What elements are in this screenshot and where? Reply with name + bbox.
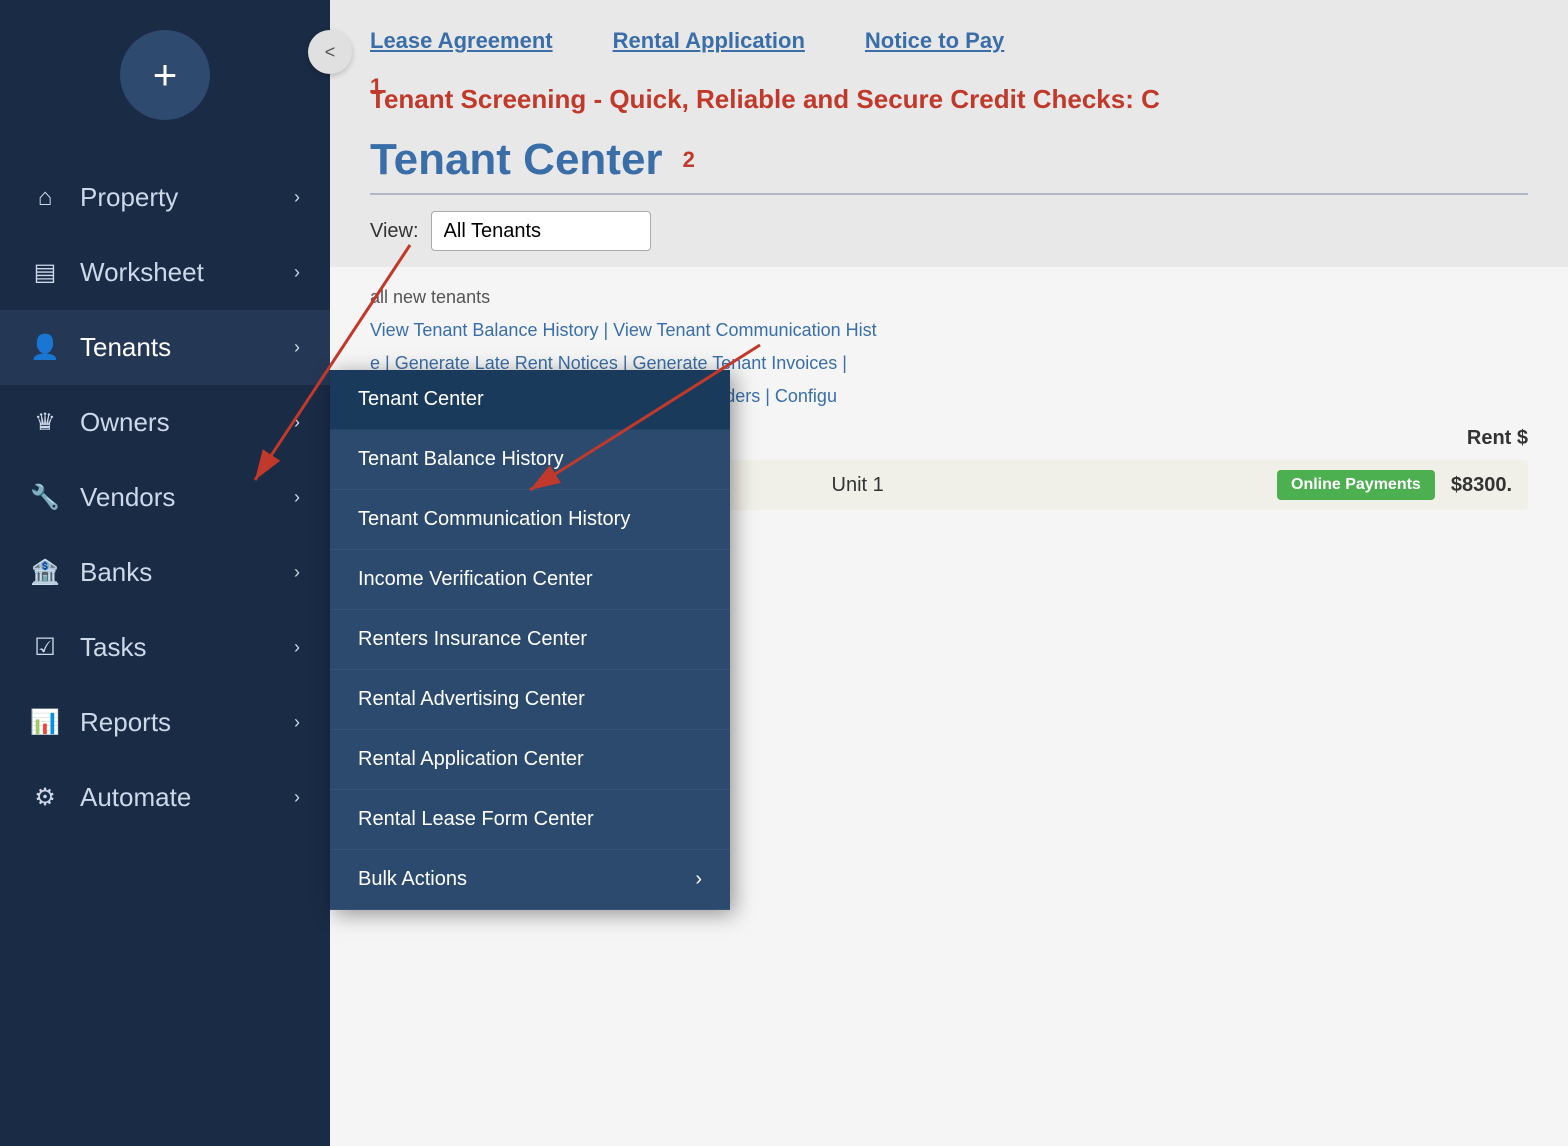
sidebar-chevron-property: › [294, 187, 300, 208]
sidebar-item-reports[interactable]: 📊 Reports › [0, 685, 330, 760]
tenant-amount: $8300. [1451, 474, 1512, 497]
dropdown-item-tenant-communication-history[interactable]: Tenant Communication History [330, 490, 730, 550]
tenant-center-header: Tenant Center 2 [330, 125, 1568, 185]
dropdown-item-renters-insurance-center[interactable]: Renters Insurance Center [330, 610, 730, 670]
banks-icon: 🏦 [30, 558, 60, 587]
sidebar: + ⌂ Property › ▤ Worksheet › 👤 Tenants › ♛ Owners ›… [0, 0, 330, 1146]
online-payments-badge: Online Payments [1277, 470, 1435, 500]
view-dropdown[interactable]: All TenantsCurrent TenantsPast Tenants [431, 211, 651, 251]
sidebar-chevron-reports: › [294, 712, 300, 733]
view-label: View: [370, 220, 419, 243]
sidebar-item-tenants[interactable]: 👤 Tenants › [0, 310, 330, 385]
divider [370, 193, 1528, 195]
dropdown-item-label-rental-advertising-center: Rental Advertising Center [358, 688, 585, 711]
top-link-rental-application[interactable]: Rental Application [613, 28, 805, 54]
sidebar-chevron-banks: › [294, 562, 300, 583]
sidebar-item-label-reports: Reports [80, 707, 171, 738]
sidebar-chevron-tenants: › [294, 337, 300, 358]
dropdown-item-rental-advertising-center[interactable]: Rental Advertising Center [330, 670, 730, 730]
dropdown-item-label-bulk-actions: Bulk Actions [358, 868, 467, 891]
sidebar-item-banks[interactable]: 🏦 Banks › [0, 535, 330, 610]
tenant-center-title: Tenant Center [370, 135, 663, 185]
dropdown-item-bulk-actions[interactable]: Bulk Actions › [330, 850, 730, 910]
worksheet-icon: ▤ [30, 258, 60, 287]
sidebar-item-label-tasks: Tasks [80, 632, 146, 663]
sidebar-chevron-automate: › [294, 787, 300, 808]
annotation-1: 1 [370, 74, 382, 100]
top-link-lease-agreement[interactable]: Lease Agreement [370, 28, 553, 54]
sidebar-chevron-worksheet: › [294, 262, 300, 283]
sidebar-item-tasks[interactable]: ☑ Tasks › [0, 610, 330, 685]
sidebar-nav: ⌂ Property › ▤ Worksheet › 👤 Tenants › ♛ Owners › 🔧 V… [0, 160, 330, 835]
new-tenants-text: all new tenants [370, 287, 1528, 308]
sidebar-item-property[interactable]: ⌂ Property › [0, 160, 330, 235]
dropdown-item-label-tenant-balance-history: Tenant Balance History [358, 448, 564, 471]
dropdown-item-income-verification-center[interactable]: Income Verification Center [330, 550, 730, 610]
sidebar-item-label-automate: Automate [80, 782, 191, 813]
dropdown-item-tenant-center[interactable]: Tenant Center [330, 370, 730, 430]
top-link-notice-to-pay[interactable]: Notice to Pay [865, 28, 1004, 54]
sidebar-chevron-tasks: › [294, 637, 300, 658]
top-links-bar: Lease Agreement Rental Application Notice … [330, 0, 1568, 74]
dropdown-item-label-renters-insurance-center: Renters Insurance Center [358, 628, 587, 651]
dropdown-item-rental-lease-form-center[interactable]: Rental Lease Form Center [330, 790, 730, 850]
dropdown-item-arrow-bulk-actions: › [695, 868, 702, 891]
automate-icon: ⚙ [30, 783, 60, 812]
annotation-2: 2 [683, 147, 695, 173]
dropdown-item-tenant-balance-history[interactable]: Tenant Balance History [330, 430, 730, 490]
add-icon: + [153, 51, 178, 99]
sidebar-item-label-worksheet: Worksheet [80, 257, 204, 288]
sidebar-item-owners[interactable]: ♛ Owners › [0, 385, 330, 460]
sidebar-item-label-property: Property [80, 182, 178, 213]
add-button[interactable]: + [120, 30, 210, 120]
sidebar-item-label-owners: Owners [80, 407, 170, 438]
tasks-icon: ☑ [30, 633, 60, 662]
dropdown-item-label-rental-lease-form-center: Rental Lease Form Center [358, 808, 594, 831]
dropdown-item-label-rental-application-center: Rental Application Center [358, 748, 584, 771]
reports-icon: 📊 [30, 708, 60, 737]
property-icon: ⌂ [30, 184, 60, 212]
promo-area: 1 [330, 74, 1568, 84]
owners-icon: ♛ [30, 408, 60, 437]
dropdown-item-label-income-verification-center: Income Verification Center [358, 568, 593, 591]
tenants-icon: 👤 [30, 333, 60, 362]
view-selector-row: View: All TenantsCurrent TenantsPast Ten… [330, 211, 1568, 267]
dropdown-item-rental-application-center[interactable]: Rental Application Center [330, 730, 730, 790]
dropdown-item-label-tenant-communication-history: Tenant Communication History [358, 508, 630, 531]
dropdown-item-label-tenant-center: Tenant Center [358, 388, 484, 411]
promo-text: Tenant Screening - Quick, Reliable and S… [330, 84, 1568, 125]
sidebar-chevron-owners: › [294, 412, 300, 433]
collapse-sidebar-button[interactable]: < [308, 30, 352, 74]
sidebar-chevron-vendors: › [294, 487, 300, 508]
sidebar-item-label-banks: Banks [80, 557, 152, 588]
sidebar-item-label-vendors: Vendors [80, 482, 175, 513]
sidebar-item-worksheet[interactable]: ▤ Worksheet › [0, 235, 330, 310]
sidebar-item-label-tenants: Tenants [80, 332, 171, 363]
vendors-icon: 🔧 [30, 483, 60, 512]
content-links-1: View Tenant Balance History | View Tenan… [370, 320, 1528, 341]
tenants-dropdown-menu: Tenant Center Tenant Balance History Tenan… [330, 370, 730, 910]
tenant-unit: Unit 1 [832, 474, 1278, 497]
sidebar-item-automate[interactable]: ⚙ Automate › [0, 760, 330, 835]
sidebar-item-vendors[interactable]: 🔧 Vendors › [0, 460, 330, 535]
